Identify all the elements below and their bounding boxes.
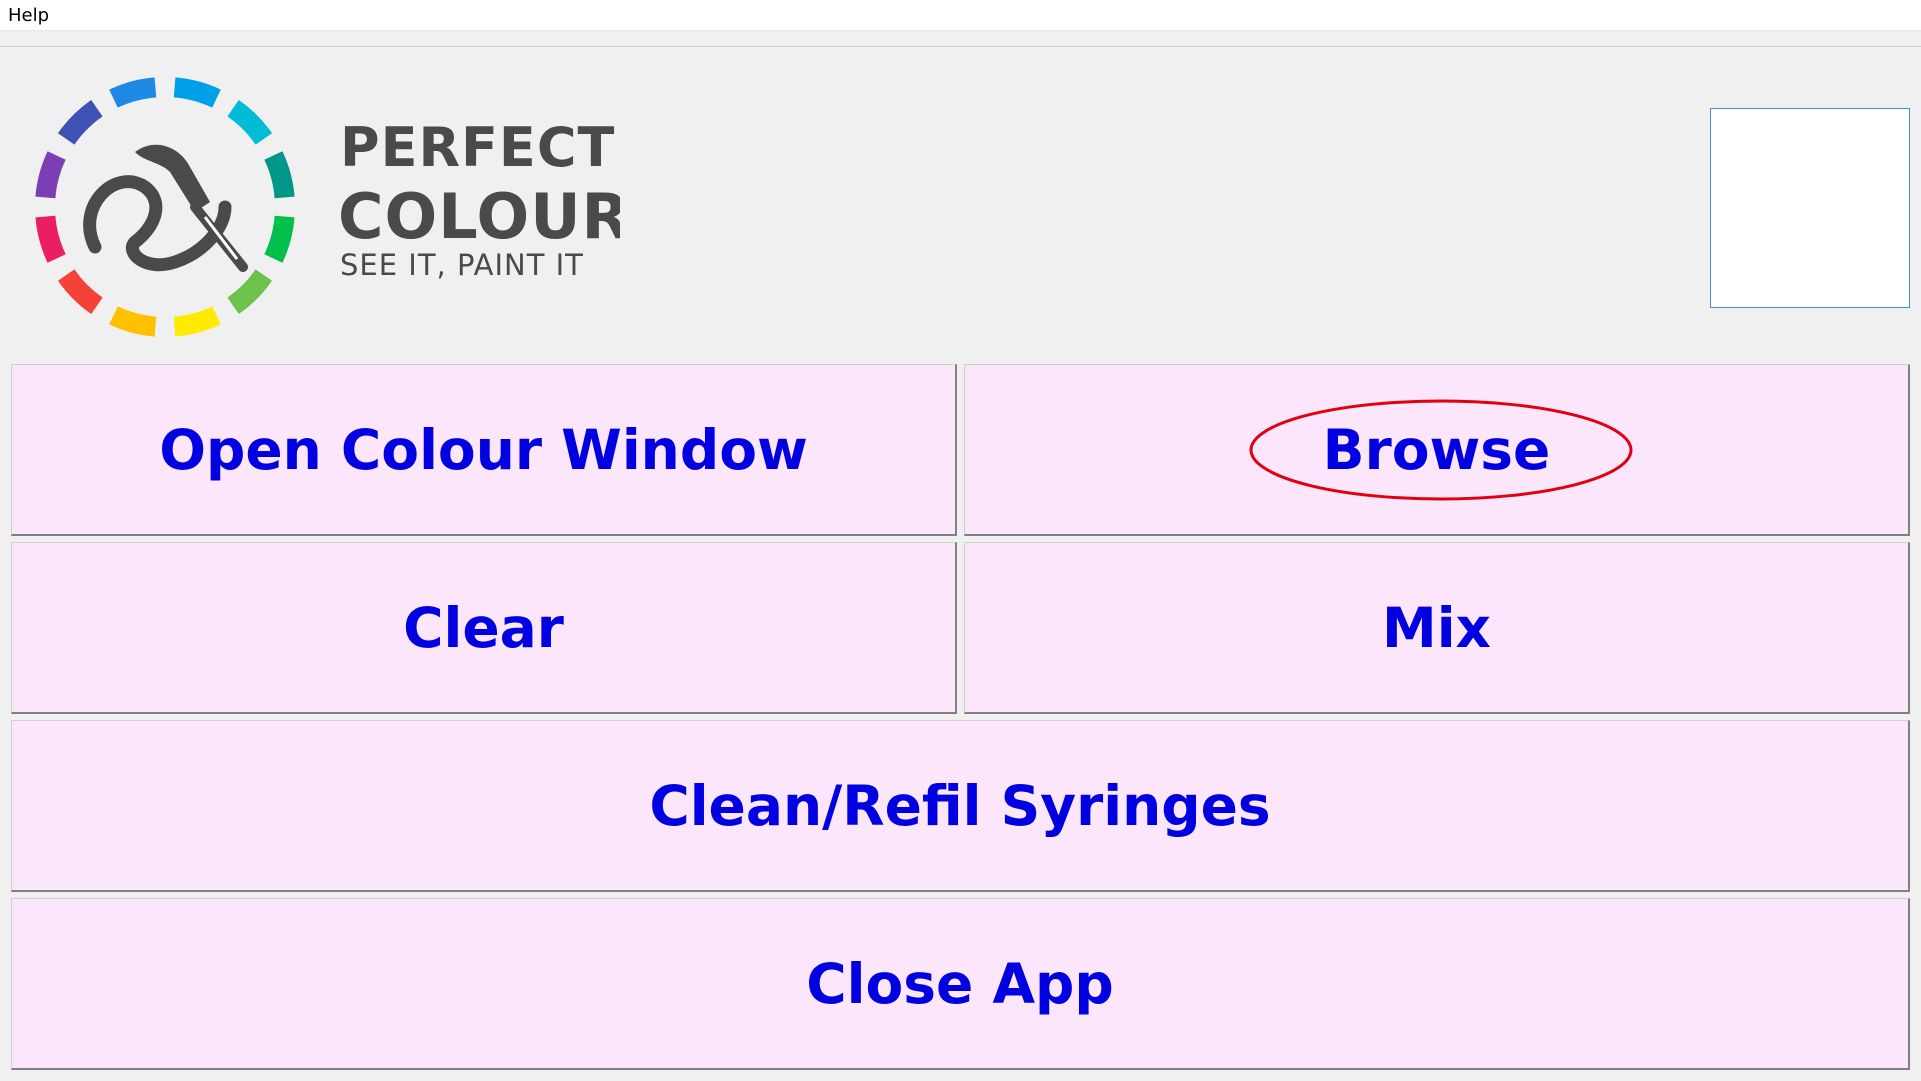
perfect-colour-logo: PERFECT COLOUR SEE IT, PAINT IT [35,77,620,337]
clear-button[interactable]: Clear [11,542,957,714]
browse-button[interactable]: Browse [964,364,1910,536]
mix-label: Mix [1381,595,1492,660]
logo-line2: COLOUR [338,180,620,253]
logo-line1: PERFECT [340,116,615,179]
wheel-segment [264,215,295,263]
clear-label: Clear [403,595,564,660]
wheel-segment [264,151,295,199]
paint-brush-icon [83,144,248,272]
wheel-segment [57,269,103,315]
clean-refil-label: Clean/Refil Syringes [649,773,1271,838]
colour-preview-box [1710,108,1910,308]
close-app-button[interactable]: Close App [11,898,1910,1070]
wheel-segment [227,269,273,315]
logo-tagline: SEE IT, PAINT IT [340,248,584,282]
menu-separator [0,46,1921,47]
wheel-segment [109,306,157,337]
colour-wheel-icon [35,77,295,337]
wheel-segment [35,215,66,263]
close-app-label: Close App [806,951,1114,1016]
wheel-segment [173,306,221,337]
open-colour-window-label: Open Colour Window [159,417,808,482]
clean-refil-syringes-button[interactable]: Clean/Refil Syringes [11,720,1910,892]
help-menu[interactable]: Help [8,5,49,26]
wheel-segment [35,151,66,199]
mix-button[interactable]: Mix [964,542,1910,714]
wheel-segment [227,99,273,145]
menu-bar: Help [0,0,1921,31]
open-colour-window-button[interactable]: Open Colour Window [11,364,957,536]
wheel-segment [57,99,103,145]
browse-label: Browse [1322,417,1551,482]
wheel-segment [173,77,221,108]
wheel-segment [109,77,157,108]
